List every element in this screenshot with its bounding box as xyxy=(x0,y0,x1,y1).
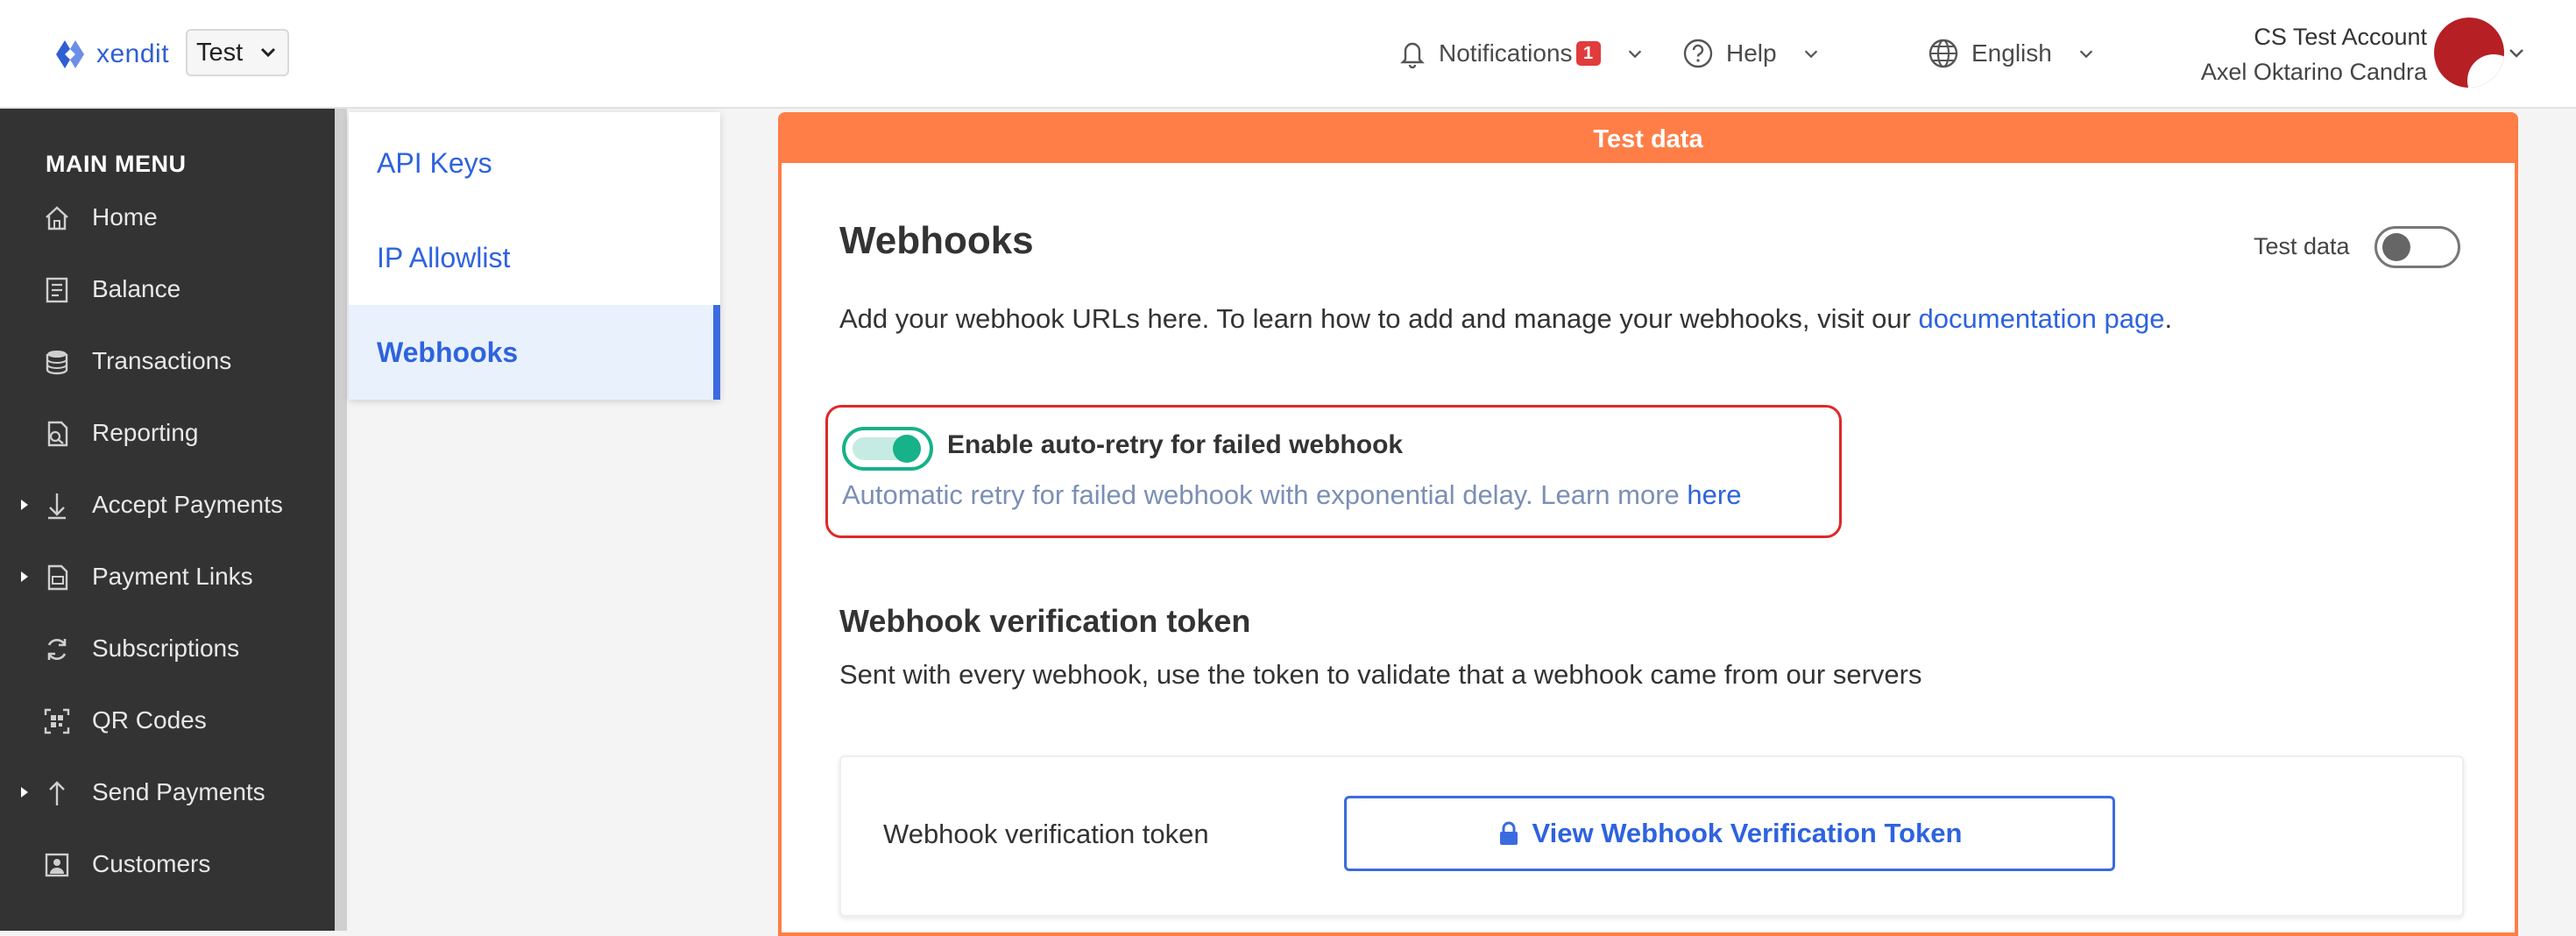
subnav-item-label: API Keys xyxy=(377,146,492,179)
payment-links-icon xyxy=(47,564,68,591)
sidebar-item-customers[interactable]: Customers xyxy=(0,838,335,890)
account-user: Axel Oktarino Candra xyxy=(2200,59,2427,85)
environment-select[interactable]: Test xyxy=(186,29,289,76)
transactions-icon xyxy=(46,351,68,375)
notifications-label: Notifications xyxy=(1439,39,1573,67)
chevron-down-icon xyxy=(1628,50,1641,59)
toggle-knob xyxy=(2382,233,2410,261)
reporting-icon xyxy=(47,421,68,447)
webhooks-description: Add your webhook URLs here. To learn how… xyxy=(839,303,2172,335)
sidebar-item-payment-links[interactable]: Payment Links xyxy=(0,550,335,603)
caret-right-icon xyxy=(21,500,28,510)
test-data-toggle-label: Test data xyxy=(2254,233,2350,259)
main-menu-title: MAIN MENU xyxy=(46,151,187,177)
account-menu[interactable]: CS Test Account Axel Oktarino Candra xyxy=(2201,19,2427,89)
subnav-item-label: Webhooks xyxy=(377,336,519,368)
webhooks-card: Test data Webhooks Test data Add your we… xyxy=(778,112,2518,936)
auto-retry-section: Enable auto-retry for failed webhook Aut… xyxy=(825,405,1842,538)
globe-icon xyxy=(1928,39,1958,68)
toggle-knob xyxy=(893,435,921,463)
sidebar-item-transactions[interactable]: Transactions xyxy=(0,335,335,387)
sidebar-scrollbar[interactable] xyxy=(335,109,347,931)
sidebar-item-label: Subscriptions xyxy=(92,635,240,662)
page-title: Webhooks xyxy=(839,219,1034,262)
sidebar-item-label: Transactions xyxy=(92,347,232,374)
sidebar-item-label: Send Payments xyxy=(92,778,265,805)
chevron-down-icon xyxy=(260,47,276,58)
top-bar: xendit Test Notifications 1 Help English… xyxy=(0,0,2576,109)
balance-icon xyxy=(46,277,68,303)
sidebar-item-subscriptions[interactable]: Subscriptions xyxy=(0,622,335,675)
qr-code-icon xyxy=(44,708,70,734)
subnav-item-label: IP Allowlist xyxy=(377,241,511,273)
auto-retry-title: Enable auto-retry for failed webhook xyxy=(947,430,1404,459)
flag-icon xyxy=(2467,54,2504,88)
sidebar-item-send-payments[interactable]: Send Payments xyxy=(0,766,335,819)
account-name: CS Test Account xyxy=(2254,24,2427,50)
sidebar-item-label: QR Codes xyxy=(92,706,207,734)
token-section-title: Webhook verification token xyxy=(839,603,1251,639)
learn-more-link[interactable]: here xyxy=(1687,479,1741,510)
help-label: Help xyxy=(1726,39,1777,67)
sidebar-item-home[interactable]: Home xyxy=(0,191,335,244)
test-data-banner: Test data xyxy=(782,116,2515,163)
help-icon xyxy=(1683,39,1713,68)
language-label: English xyxy=(1971,39,2052,67)
accept-payments-icon xyxy=(48,493,66,520)
chevron-down-icon xyxy=(2079,50,2093,59)
notifications-count-badge: 1 xyxy=(1575,41,1601,66)
home-icon xyxy=(46,206,68,230)
description-suffix: . xyxy=(2164,303,2173,334)
settings-subnav: API Keys IP Allowlist Webhooks xyxy=(349,112,720,400)
help-menu[interactable]: Help xyxy=(1682,33,1821,74)
sidebar-item-reporting[interactable]: Reporting xyxy=(0,407,335,459)
environment-select-value: Test xyxy=(196,38,244,67)
send-payments-icon xyxy=(49,781,65,805)
subscriptions-icon xyxy=(47,639,67,660)
sidebar-item-label: Home xyxy=(92,203,158,230)
lock-icon xyxy=(1499,821,1518,845)
bell-icon xyxy=(1400,42,1425,68)
avatar[interactable] xyxy=(2434,18,2504,88)
sidebar-item-label: Payment Links xyxy=(92,563,253,590)
subnav-item-webhooks[interactable]: Webhooks xyxy=(349,305,720,400)
xendit-logo[interactable]: xendit xyxy=(53,33,169,75)
view-token-button-label: View Webhook Verification Token xyxy=(1532,818,1963,848)
sidebar-item-balance[interactable]: Balance xyxy=(0,263,335,316)
token-row-label: Webhook verification token xyxy=(883,819,1209,849)
sidebar-item-qr-codes[interactable]: QR Codes xyxy=(0,694,335,747)
sidebar-item-label: Balance xyxy=(92,275,181,302)
documentation-link[interactable]: documentation page xyxy=(1919,303,2165,334)
description-text: Add your webhook URLs here. To learn how… xyxy=(839,303,1919,334)
auto-retry-description-text: Automatic retry for failed webhook with … xyxy=(842,479,1688,510)
test-data-toggle[interactable] xyxy=(2374,226,2460,268)
sidebar-item-label: Accept Payments xyxy=(92,491,283,518)
sidebar-item-label: Reporting xyxy=(92,419,199,446)
chevron-down-icon[interactable] xyxy=(2506,42,2527,63)
auto-retry-description: Automatic retry for failed webhook with … xyxy=(842,479,1741,511)
language-menu[interactable]: English xyxy=(1928,33,2096,74)
subnav-item-ip-allowlist[interactable]: IP Allowlist xyxy=(349,210,720,305)
sidebar-item-label: Customers xyxy=(92,850,211,877)
logo-text: xendit xyxy=(96,39,170,68)
chevron-down-icon xyxy=(1804,50,1817,59)
notifications-menu[interactable]: Notifications 1 xyxy=(1398,33,1645,74)
auto-retry-toggle[interactable] xyxy=(842,427,933,471)
caret-right-icon xyxy=(21,571,28,582)
caret-right-icon xyxy=(21,787,28,798)
xendit-logo-icon xyxy=(56,40,84,68)
token-section-description: Sent with every webhook, use the token t… xyxy=(839,659,1922,690)
token-card: Webhook verification token View Webhook … xyxy=(839,755,2464,917)
subnav-item-api-keys[interactable]: API Keys xyxy=(349,116,720,210)
sidebar-item-accept-payments[interactable]: Accept Payments xyxy=(0,479,335,531)
customers-icon xyxy=(45,853,69,877)
view-token-button[interactable]: View Webhook Verification Token xyxy=(1344,796,2115,871)
